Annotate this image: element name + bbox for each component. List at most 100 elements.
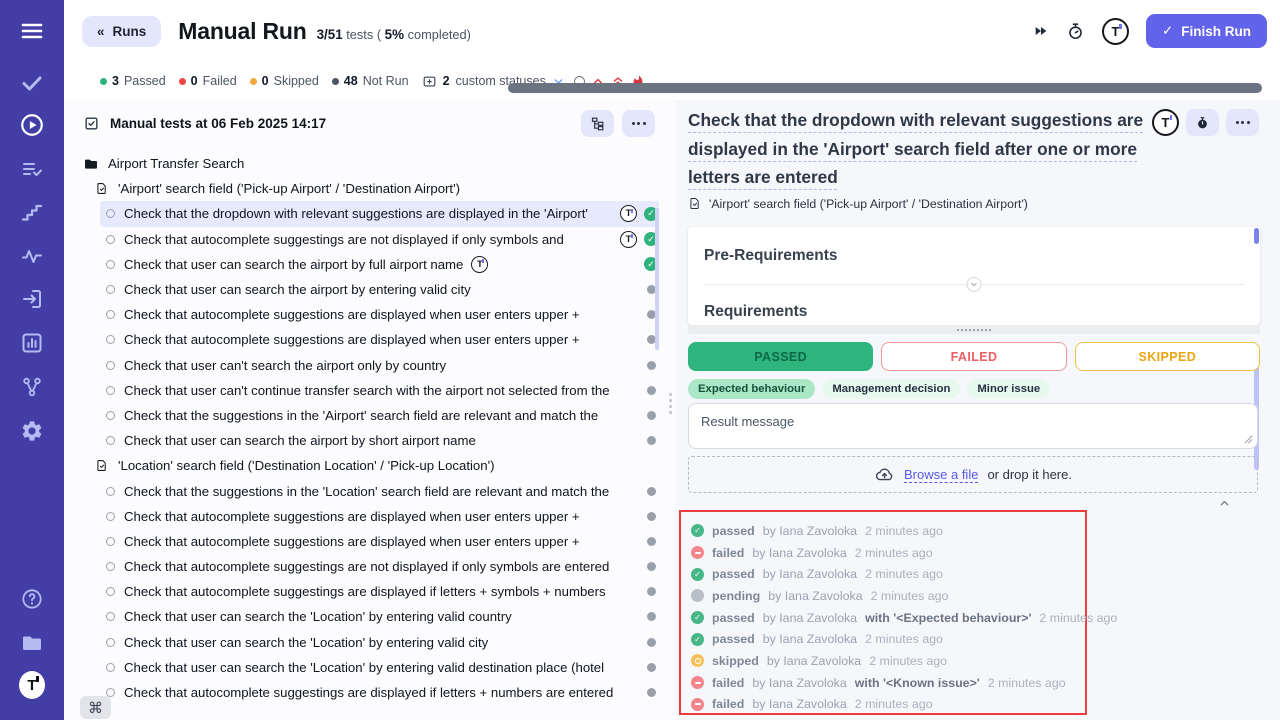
test-radio-icon[interactable] <box>106 235 115 244</box>
test-title: Check that user can't continue transfer … <box>124 383 610 398</box>
back-to-runs-button[interactable]: « Runs <box>82 16 161 47</box>
tree-view-button[interactable] <box>581 110 614 137</box>
browse-file-link[interactable]: Browse a file <box>904 467 978 482</box>
test-radio-icon[interactable] <box>106 512 115 521</box>
tree-test-row[interactable]: Check that user can't search the airport… <box>100 353 659 378</box>
stopwatch-icon[interactable] <box>1066 22 1085 41</box>
test-title-editable[interactable]: Check that the dropdown with relevant su… <box>688 106 1166 192</box>
test-radio-icon[interactable] <box>106 361 115 370</box>
tree-test-row[interactable]: Check that user can search the 'Location… <box>100 630 659 655</box>
menu-icon[interactable] <box>19 18 45 44</box>
test-radio-icon[interactable] <box>106 663 115 672</box>
tree-test-row[interactable]: Check that the suggestions in the 'Airpo… <box>100 403 659 428</box>
tree-test-row[interactable]: Check that autocomplete suggestings are … <box>100 680 659 705</box>
test-title: Check that the suggestions in the 'Airpo… <box>124 408 598 423</box>
app-logo-icon[interactable]: T <box>1102 18 1129 45</box>
tree-suite-row[interactable]: 'Location' search field ('Destination Lo… <box>95 453 676 478</box>
finish-run-button[interactable]: ✓ Finish Run <box>1146 14 1267 48</box>
grip-icon <box>957 329 991 331</box>
tree-test-row[interactable]: Check that user can search the airport b… <box>100 277 659 302</box>
tree-test-row[interactable]: Check that the dropdown with relevant su… <box>100 201 659 226</box>
settings-gear-icon[interactable] <box>19 418 45 444</box>
test-title: Check that autocomplete suggestings are … <box>124 685 613 700</box>
document-icon <box>688 196 702 211</box>
pulse-icon[interactable] <box>19 243 45 269</box>
steps-icon[interactable] <box>19 200 45 226</box>
help-icon[interactable] <box>19 586 45 612</box>
runs-play-icon[interactable] <box>19 112 45 138</box>
tag-management-decision[interactable]: Management decision <box>822 379 960 399</box>
status-buttons: PASSED FAILED SKIPPED <box>688 342 1260 371</box>
tree-suite-row[interactable]: 'Airport' search field ('Pick-up Airport… <box>95 176 676 201</box>
test-radio-icon[interactable] <box>106 537 115 546</box>
tree-more-button[interactable] <box>622 110 655 137</box>
test-radio-icon[interactable] <box>106 487 115 496</box>
status-dot-icon <box>179 78 186 85</box>
tree-test-row[interactable]: Check that autocomplete suggestions are … <box>100 504 659 529</box>
tree-folder-row[interactable]: Airport Transfer Search <box>83 151 676 176</box>
tree-test-row[interactable]: Check that user can search the 'Location… <box>100 604 659 629</box>
test-radio-icon[interactable] <box>106 285 115 294</box>
tree-test-row[interactable]: Check that the suggestions in the 'Locat… <box>100 478 659 503</box>
passed-status-icon: ✓ <box>691 633 704 646</box>
test-radio-icon[interactable] <box>106 386 115 395</box>
test-radio-icon[interactable] <box>106 411 115 420</box>
panel-divider-grip[interactable] <box>669 393 672 414</box>
automated-test-icon: T <box>471 256 488 273</box>
test-radio-icon[interactable] <box>106 587 115 596</box>
resize-grip-icon[interactable] <box>1244 435 1253 444</box>
history-entry: failed by Iana Zavoloka 2 minutes ago <box>691 694 1085 716</box>
history-entry: failed by Iana Zavoloka with '<Known iss… <box>691 672 1085 694</box>
tree-test-row[interactable]: Check that user can search the 'Location… <box>100 655 659 680</box>
reports-chart-icon[interactable] <box>19 330 45 356</box>
detail-more-button[interactable] <box>1226 109 1259 136</box>
collapse-section-chevron[interactable] <box>1218 497 1231 510</box>
test-radio-icon[interactable] <box>106 260 115 269</box>
test-radio-icon[interactable] <box>106 612 115 621</box>
panel-resize-handle[interactable] <box>688 326 1260 334</box>
workspace-logo-icon[interactable]: T <box>19 672 45 698</box>
tree-scrollbar[interactable] <box>655 208 659 350</box>
branches-icon[interactable] <box>19 374 45 400</box>
status-button-skipped[interactable]: SKIPPED <box>1075 342 1260 371</box>
history-entry: ✓passed by Iana Zavoloka 2 minutes ago <box>691 520 1085 542</box>
timer-button[interactable] <box>1186 109 1219 136</box>
tree-test-row[interactable]: Check that autocomplete suggestings are … <box>100 554 659 579</box>
more-icon <box>632 122 646 125</box>
result-message-input[interactable] <box>688 403 1258 449</box>
section-collapse-toggle[interactable] <box>967 277 982 292</box>
card-scrollbar[interactable] <box>1254 228 1259 244</box>
test-radio-icon[interactable] <box>106 562 115 571</box>
tree-test-row[interactable]: Check that user can search the airport b… <box>100 252 659 277</box>
requirements-heading: Requirements <box>704 303 807 321</box>
test-title: Check that autocomplete suggestings are … <box>124 232 564 247</box>
test-plans-icon[interactable] <box>19 156 45 182</box>
projects-folder-icon[interactable] <box>19 630 45 656</box>
tag-minor-issue[interactable]: Minor issue <box>967 379 1050 399</box>
history-entry: pending by Iana Zavoloka 2 minutes ago <box>691 585 1085 607</box>
status-button-passed[interactable]: PASSED <box>688 342 873 371</box>
back-to-runs-label: Runs <box>113 24 147 39</box>
file-dropzone[interactable]: Browse a file or drop it here. <box>688 456 1258 493</box>
tree-test-row[interactable]: Check that user can't continue transfer … <box>100 378 659 403</box>
failed-status-icon <box>691 676 704 689</box>
status-button-failed[interactable]: FAILED <box>881 342 1066 371</box>
keyboard-shortcut-badge[interactable]: ⌘ <box>80 696 111 719</box>
test-radio-icon[interactable] <box>106 310 115 319</box>
tree-test-row[interactable]: Check that autocomplete suggestions are … <box>100 529 659 554</box>
test-radio-icon[interactable] <box>106 436 115 445</box>
tree-test-row[interactable]: Check that autocomplete suggestings are … <box>100 227 659 252</box>
import-icon[interactable] <box>19 286 45 312</box>
fast-forward-icon[interactable] <box>1033 23 1049 39</box>
tree-test-row[interactable]: Check that autocomplete suggestions are … <box>100 327 659 352</box>
tree-test-row[interactable]: Check that user can search the airport b… <box>100 428 659 453</box>
test-radio-icon[interactable] <box>106 638 115 647</box>
pre-requirements-heading: Pre-Requirements <box>688 227 1260 265</box>
tree-test-row[interactable]: Check that autocomplete suggestings are … <box>100 579 659 604</box>
test-radio-icon[interactable] <box>106 335 115 344</box>
status-history-list: ✓passed by Iana Zavoloka 2 minutes ago fa… <box>679 510 1087 715</box>
tree-test-row[interactable]: Check that autocomplete suggestions are … <box>100 302 659 327</box>
tests-check-icon[interactable] <box>19 70 45 96</box>
test-radio-icon[interactable] <box>106 209 115 218</box>
tag-expected-behaviour[interactable]: Expected behaviour <box>688 379 815 399</box>
